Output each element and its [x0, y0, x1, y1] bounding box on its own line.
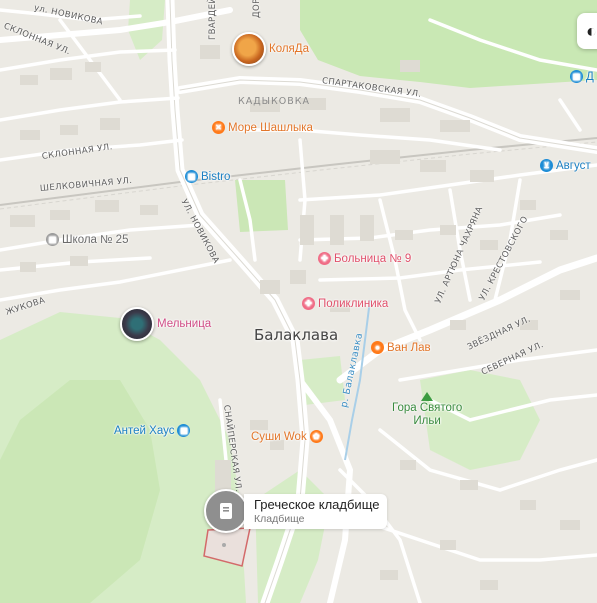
poi-kolyada[interactable]: КоляДа: [232, 32, 309, 66]
shop-icon: ▣: [570, 70, 583, 83]
poi-more-shashlyka[interactable]: ✕ Море Шашлыка: [212, 121, 313, 134]
town-label: Балаклава: [254, 326, 339, 344]
cart-icon: ⊻: [540, 159, 553, 172]
poi-antey[interactable]: Антей Хаус ▣: [114, 424, 191, 437]
cafe-photo-icon: [232, 32, 266, 66]
hospital-icon: ✚: [318, 252, 331, 265]
poi-label: Август: [556, 159, 591, 172]
district-label-kadykovka: КАДЫКОВКА: [238, 96, 311, 107]
poi-label: КоляДа: [269, 43, 309, 55]
poi-bolnitsa[interactable]: ✚ Больница № 9: [318, 252, 411, 265]
venue-photo-icon: [120, 307, 154, 341]
poi-avgust[interactable]: ⊻ Август: [540, 159, 591, 172]
school-icon: ▤: [46, 233, 59, 246]
restaurant-icon: ●: [371, 341, 384, 354]
callout-title: Греческое кладбище: [254, 496, 380, 512]
mountain-icon: [421, 392, 434, 401]
selected-place-callout[interactable]: Греческое кладбище Кладбище: [204, 489, 388, 533]
poi-label: Поликлиника: [318, 297, 389, 310]
poi-label: Мельница: [157, 318, 212, 330]
clinic-icon: ✚: [302, 297, 315, 310]
poi-poliklinika[interactable]: ✚ Поликлиника: [302, 297, 388, 310]
poi-gora[interactable]: Гора Святого Ильи: [392, 392, 462, 427]
poi-sushi-wok[interactable]: Суши Wok ✿: [251, 430, 323, 443]
poi-shkola[interactable]: ▤ Школа № 25: [46, 233, 128, 246]
poi-edge-d[interactable]: ▣ Д: [570, 70, 594, 83]
cemetery-icon: [204, 489, 248, 533]
poi-bistro[interactable]: ▣ Bistro: [185, 170, 230, 183]
poi-label: Ван Лав: [387, 341, 431, 354]
callout-text: Греческое кладбище Кладбище: [244, 493, 388, 529]
poi-label: Суши Wok: [251, 430, 307, 443]
street-label-gvardeytsev: ГВАРДЕЙЦЕВ: [208, 0, 218, 40]
poi-label: Школа № 25: [62, 233, 129, 246]
poi-van-lav[interactable]: ● Ван Лав: [371, 341, 431, 354]
poi-melnitsa[interactable]: Мельница: [120, 307, 211, 341]
poi-label-line1: Гора Святого: [392, 402, 463, 414]
layers-button[interactable]: ◐: [577, 13, 597, 49]
poi-label: Д: [586, 70, 594, 83]
poi-label: Море Шашлыка: [228, 121, 313, 134]
poi-label: Антей Хаус: [114, 424, 175, 437]
callout-subtitle: Кладбище: [254, 512, 305, 525]
restaurant-icon: ✕: [212, 121, 225, 134]
poi-label-line2: Ильи: [413, 415, 441, 428]
poi-label: Больница № 9: [334, 252, 412, 265]
shop-icon: ▣: [177, 424, 191, 437]
poi-label: Bistro: [201, 170, 231, 183]
shop-bag-icon: ▣: [185, 170, 198, 183]
cafe-icon: ✿: [309, 430, 323, 443]
street-label-dor: ДОР: [252, 0, 262, 18]
layers-icon: ◐: [586, 20, 597, 41]
